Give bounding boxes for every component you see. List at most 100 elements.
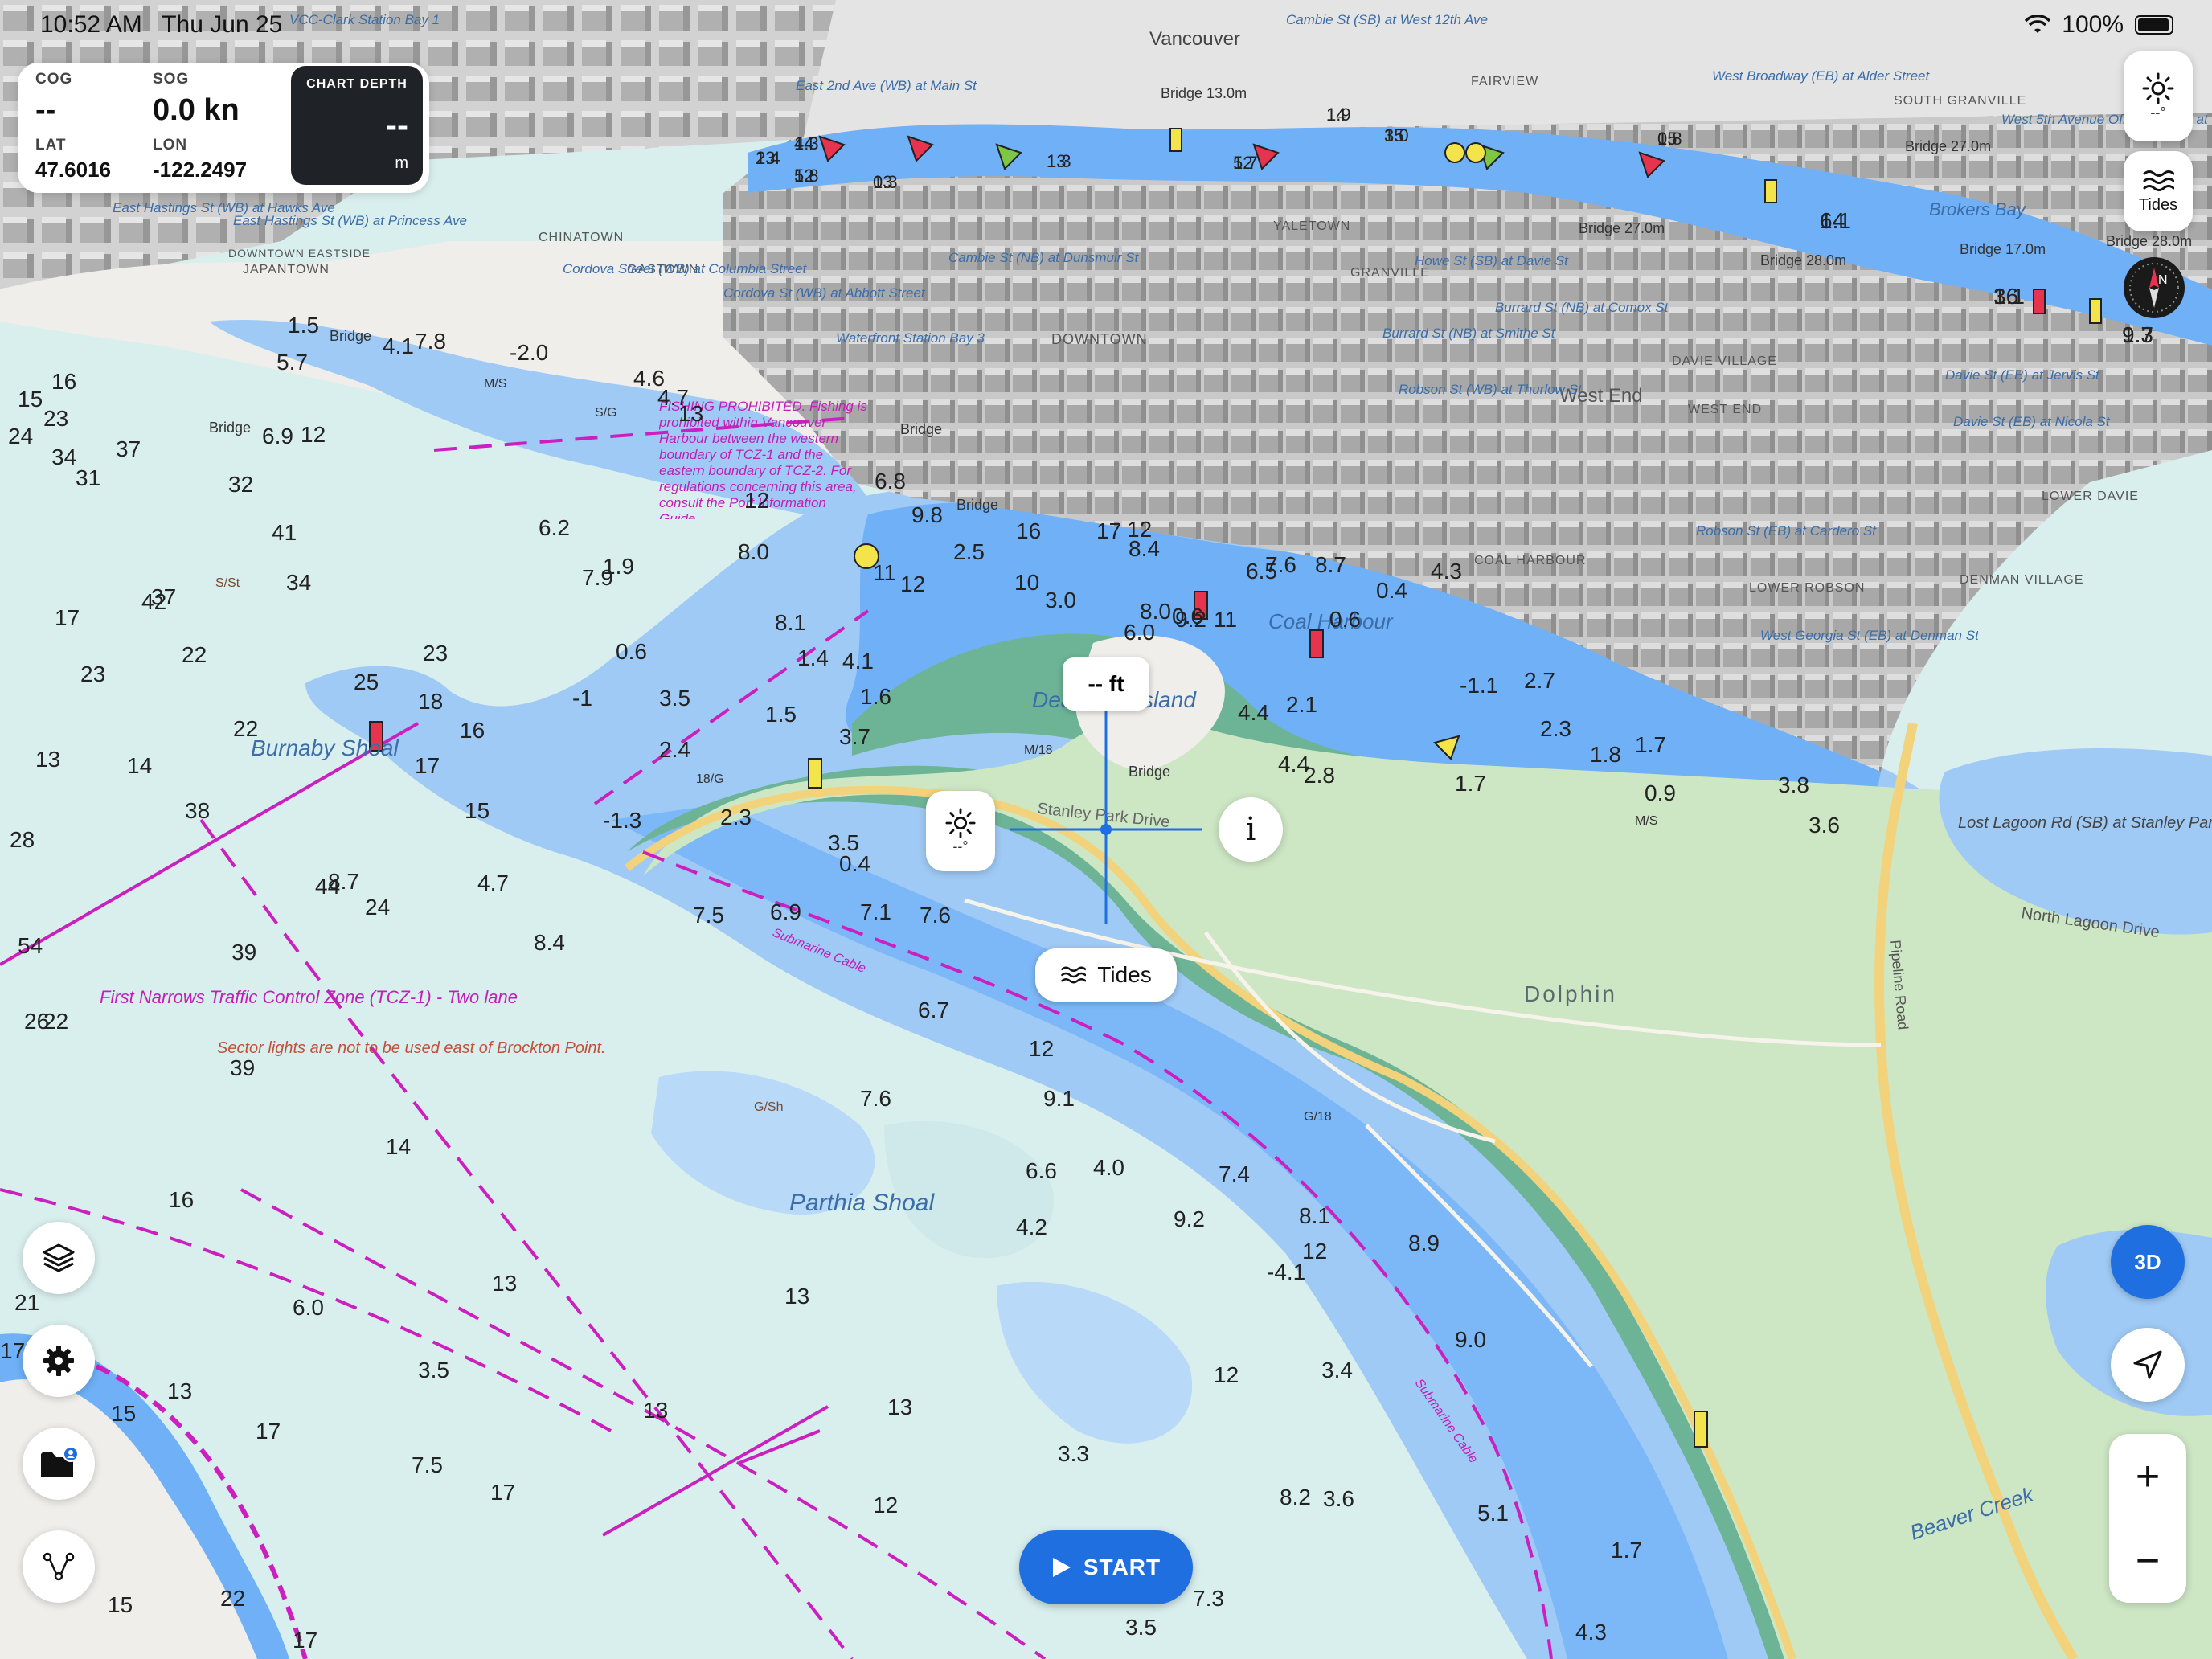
depth-sounding: 39 [230, 1055, 255, 1080]
bridge-label: Bridge [209, 420, 251, 436]
sector-light-note-text: Sector lights are not to be used east of… [217, 1039, 606, 1057]
depth-sounding: 15 [108, 1592, 133, 1617]
depth-sounding: 16 [51, 369, 76, 394]
cursor-brightness-button[interactable]: --° [926, 791, 995, 871]
depth-sounding: 32 [228, 472, 253, 497]
nautical-chart-map[interactable]: Vancouver DOWNTOWN West End Brokers Bay … [0, 0, 2212, 1659]
place-label: Lost Lagoon Rd (SB) at Stanley Park Caus… [1958, 814, 2212, 832]
cursor-tides-button[interactable]: Tides [1035, 948, 1177, 1002]
route-button[interactable] [23, 1530, 95, 1603]
seabed-code: M/18 [1024, 743, 1053, 757]
traffic-zone-note-text: First Narrows Traffic Control Zone (TCZ-… [100, 987, 518, 1007]
lon-label: LON [153, 137, 188, 154]
depth-sounding: 0.6 [1329, 607, 1361, 632]
depth-sounding: 5.1 [1477, 1501, 1509, 1526]
depth-sounding: 1.7 [1455, 771, 1486, 796]
compass-icon: N [2129, 263, 2179, 313]
depth-sounding: 2.5 [953, 539, 985, 564]
depth-sounding: -1.3 [603, 808, 641, 833]
place-label: DOWNTOWN EASTSIDE [228, 247, 371, 260]
location-arrow-icon [2133, 1350, 2162, 1379]
status-bar-clock: 10:52 AM Thu Jun 25 [40, 11, 282, 39]
depth-sounding: 6.2 [539, 515, 570, 540]
depth-sounding: 15 [465, 798, 490, 823]
depth-sounding: 8.1 [775, 610, 806, 635]
depth-sounding: 2.7 [1524, 668, 1555, 693]
depth-sounding: 8.1 [1299, 1203, 1330, 1228]
depth-sounding: 3.8 [1778, 772, 1809, 797]
route-icon [43, 1552, 75, 1581]
depth-sounding: 7.9 [582, 565, 613, 590]
lat-value: 47.6016 [35, 158, 111, 182]
status-date: Thu Jun 25 [162, 11, 283, 38]
depth-sounding: 14 [127, 753, 152, 778]
place-label: FAIRVIEW [1471, 75, 1538, 88]
depth-sounding: 3.5 [1125, 1615, 1157, 1640]
seabed-code: G/Sh [754, 1100, 783, 1114]
transit-stop: Burrard St (NB) at Comox St [1495, 300, 1669, 315]
sun-icon [2142, 72, 2174, 104]
sog-value: 0.0 kn [153, 93, 240, 127]
depth-sounding: 17 [293, 1628, 317, 1653]
depth-sounding: 12 [1214, 1362, 1239, 1387]
transit-stop: Robson St (EB) at Cardero St [1696, 523, 1877, 539]
depth-sounding: 17 [490, 1480, 515, 1505]
depth-sounding: 5.7 [276, 350, 308, 375]
depth-sounding: 41 [272, 520, 297, 545]
depth-sounding: 1.7 [1635, 732, 1666, 757]
depth-sounding: 6.0 [293, 1295, 324, 1320]
transit-stop: Howe St (SB) at Davie St [1415, 253, 1569, 268]
tides-button[interactable]: Tides [2124, 151, 2193, 231]
transit-stop: VCC-Clark Station Bay 1 [289, 12, 440, 27]
depth-sounding: 12 [1233, 153, 1252, 173]
depth-sounding: 54 [18, 933, 43, 958]
transit-stop: Waterfront Station Bay 3 [836, 330, 985, 346]
chart-depth-value: -- [386, 106, 408, 144]
seabed-code: M/S [1635, 814, 1657, 828]
compass-button[interactable]: N [2124, 257, 2185, 318]
depth-sounding: 37 [151, 584, 176, 609]
files-button[interactable] [23, 1428, 95, 1500]
brightness-value: --° [2150, 104, 2166, 121]
depth-sounding: 9.2 [1175, 607, 1206, 632]
cursor-info-button[interactable]: i [1219, 797, 1283, 862]
transit-stop: Davie St (EB) at Nicola St [1953, 414, 2111, 429]
depth-sounding: 4.3 [1431, 559, 1462, 584]
zoom-in-button[interactable]: + [2109, 1434, 2186, 1518]
depth-sounding: 12 [1302, 1239, 1327, 1264]
place-label: Vancouver [1149, 28, 1240, 50]
status-bar-right: 100% [2025, 11, 2173, 39]
depth-sounding: 14 [386, 1134, 411, 1159]
transit-stop: Cambie St (SB) at West 12th Ave [1286, 12, 1488, 27]
depth-sounding: 8.4 [534, 930, 565, 955]
3d-mode-label: 3D [2134, 1249, 2161, 1274]
depth-sounding: 23 [80, 662, 105, 686]
depth-sounding: 13 [35, 747, 60, 772]
settings-button[interactable] [23, 1325, 95, 1397]
depth-sounding: 7.5 [693, 903, 724, 928]
chart-depth-box[interactable]: CHART DEPTH -- m [291, 66, 423, 185]
chart-depth-label: CHART DEPTH [306, 77, 408, 91]
transit-stop: Burrard St (NB) at Smithe St [1382, 326, 1556, 341]
depth-sounding: 12 [1029, 1036, 1054, 1061]
navigation-data-panel[interactable]: COG -- SOG 0.0 kn LAT 47.6016 LON -122.2… [18, 63, 429, 193]
depth-sounding: 23 [423, 641, 448, 666]
place-label: Dolphin [1524, 981, 1617, 1006]
depth-sounding: 15 [1384, 125, 1403, 145]
seabed-code: G/18 [1304, 1110, 1332, 1124]
brightness-button[interactable]: --° [2124, 51, 2193, 141]
locate-button[interactable] [2111, 1328, 2185, 1402]
place-label: COAL HARBOUR [1474, 554, 1586, 567]
status-time: 10:52 AM [40, 11, 142, 38]
transit-stop: Robson St (WB) at Thurlow St [1399, 382, 1583, 397]
layers-button[interactable] [23, 1222, 95, 1294]
depth-sounding: 4.2 [1016, 1215, 1047, 1239]
depth-sounding: 1.4 [797, 645, 829, 670]
info-icon: i [1245, 811, 1256, 848]
start-button[interactable]: START [1019, 1530, 1193, 1604]
depth-sounding: 0.4 [1376, 578, 1407, 603]
compass-north: N [2158, 273, 2168, 287]
3d-mode-button[interactable]: 3D [2111, 1225, 2185, 1299]
zoom-out-button[interactable]: − [2109, 1518, 2186, 1603]
depth-sounding: 6.9 [770, 899, 801, 924]
